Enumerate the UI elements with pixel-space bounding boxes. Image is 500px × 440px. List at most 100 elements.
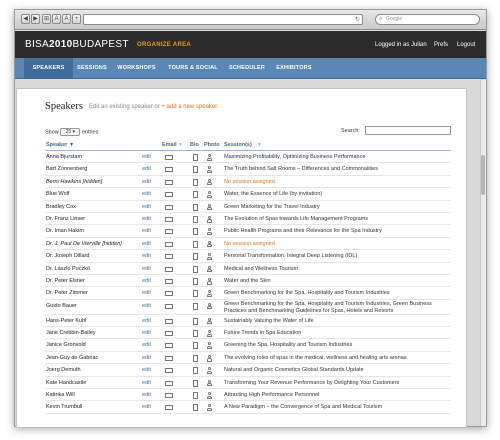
photo-icon[interactable] xyxy=(206,154,212,161)
email-icon[interactable] xyxy=(165,192,173,198)
photo-icon[interactable] xyxy=(206,330,212,337)
edit-link[interactable]: edit xyxy=(142,290,151,296)
photo-icon[interactable] xyxy=(206,178,212,186)
logout-link[interactable]: Logout xyxy=(457,42,475,48)
tab-speakers[interactable]: SPEAKERS xyxy=(24,58,73,79)
email-icon[interactable] xyxy=(165,303,173,309)
bio-icon[interactable] xyxy=(193,290,198,298)
edit-link[interactable]: edit xyxy=(142,367,151,373)
tab-exhibitors[interactable]: EXHIBITORS xyxy=(270,58,318,79)
photo-icon[interactable] xyxy=(206,215,212,223)
col-photo[interactable]: Photo xyxy=(204,142,220,148)
bio-icon[interactable] xyxy=(193,317,198,325)
email-icon[interactable] xyxy=(165,318,173,324)
edit-link[interactable]: edit xyxy=(142,278,151,284)
bio-icon[interactable] xyxy=(193,178,198,186)
email-icon[interactable] xyxy=(165,241,173,247)
email-icon[interactable] xyxy=(165,167,173,173)
col-speaker[interactable]: Speaker ▼ xyxy=(46,142,74,148)
bio-icon[interactable] xyxy=(193,302,198,310)
brand-logo[interactable]: BISA2010BUDAPEST xyxy=(25,39,129,50)
entries-select[interactable]: 25 ▾ xyxy=(60,128,81,136)
photo-icon[interactable] xyxy=(206,240,212,248)
browser-search-field[interactable]: ⌕ Google xyxy=(375,14,480,25)
tab-scheduler[interactable]: SCHEDULER xyxy=(224,58,270,79)
email-icon[interactable] xyxy=(165,331,173,337)
bio-icon[interactable] xyxy=(193,191,198,199)
photo-icon[interactable] xyxy=(206,166,212,174)
edit-link[interactable]: edit xyxy=(142,204,151,210)
email-icon[interactable] xyxy=(165,368,173,374)
photo-icon[interactable] xyxy=(206,290,212,297)
photo-icon[interactable] xyxy=(206,277,212,285)
email-icon[interactable] xyxy=(165,229,173,235)
edit-link[interactable]: edit xyxy=(142,380,151,386)
edit-link[interactable]: edit xyxy=(142,179,151,185)
tab-tours-social[interactable]: TOURS & SOCIAL xyxy=(162,58,224,79)
bio-icon[interactable] xyxy=(193,342,198,350)
photo-icon[interactable] xyxy=(206,317,212,325)
edit-link[interactable]: edit xyxy=(142,342,151,348)
bio-icon[interactable] xyxy=(193,392,198,400)
url-field[interactable]: ↻ xyxy=(83,14,363,25)
back-button[interactable]: ◀ xyxy=(21,14,30,24)
edit-link[interactable]: edit xyxy=(142,154,151,160)
edit-link[interactable]: edit xyxy=(142,318,151,324)
col-bio[interactable]: Bio xyxy=(190,142,199,148)
scrollbar-thumb[interactable] xyxy=(481,155,485,195)
email-icon[interactable] xyxy=(165,254,173,260)
photo-icon[interactable] xyxy=(206,367,212,374)
email-icon[interactable] xyxy=(165,204,173,210)
email-icon[interactable] xyxy=(165,405,173,411)
text-larger-button[interactable]: A xyxy=(62,14,71,24)
add-speaker-link[interactable]: + add a new speaker. xyxy=(161,104,218,110)
email-icon[interactable] xyxy=(165,380,173,386)
bio-icon[interactable] xyxy=(193,154,198,161)
bio-icon[interactable] xyxy=(193,215,198,223)
forward-button[interactable]: ▶ xyxy=(31,14,40,24)
text-smaller-button[interactable]: A xyxy=(52,14,61,24)
bio-icon[interactable] xyxy=(193,354,198,362)
edit-link[interactable]: edit xyxy=(142,392,151,398)
email-icon[interactable] xyxy=(165,343,173,349)
edit-link[interactable]: edit xyxy=(142,228,151,234)
edit-link[interactable]: edit xyxy=(142,355,151,361)
bio-icon[interactable] xyxy=(193,404,198,412)
col-sessions[interactable]: Session(s) xyxy=(224,142,252,148)
email-icon[interactable] xyxy=(165,155,173,160)
photo-icon[interactable] xyxy=(206,392,212,399)
email-icon[interactable] xyxy=(165,355,173,361)
bio-icon[interactable] xyxy=(193,228,198,236)
photo-icon[interactable] xyxy=(206,342,212,350)
photo-icon[interactable] xyxy=(206,228,212,236)
edit-link[interactable]: edit xyxy=(142,266,151,272)
bio-icon[interactable] xyxy=(193,367,198,375)
bio-icon[interactable] xyxy=(193,166,198,174)
photo-icon[interactable] xyxy=(206,253,212,260)
photo-icon[interactable] xyxy=(206,191,212,198)
bio-icon[interactable] xyxy=(193,203,198,211)
email-icon[interactable] xyxy=(165,216,173,222)
edit-link[interactable]: edit xyxy=(142,241,151,247)
add-bookmark-button[interactable]: + xyxy=(72,14,81,24)
photo-icon[interactable] xyxy=(206,265,212,273)
bio-icon[interactable] xyxy=(193,277,198,285)
refresh-icon[interactable]: ↻ xyxy=(355,16,360,23)
tab-sessions[interactable]: SESSIONS xyxy=(73,58,111,79)
edit-link[interactable]: edit xyxy=(142,303,151,309)
photo-icon[interactable] xyxy=(206,379,212,387)
tab-workshops[interactable]: WORKSHOPS xyxy=(111,58,162,79)
bio-icon[interactable] xyxy=(193,240,198,248)
email-icon[interactable] xyxy=(165,179,173,185)
bio-icon[interactable] xyxy=(193,330,198,338)
email-icon[interactable] xyxy=(165,266,173,272)
table-search-input[interactable] xyxy=(365,126,451,135)
photo-icon[interactable] xyxy=(206,404,212,412)
photo-icon[interactable] xyxy=(206,354,212,362)
photo-icon[interactable] xyxy=(206,203,212,211)
edit-link[interactable]: edit xyxy=(142,404,151,410)
page-scrollbar[interactable] xyxy=(480,80,486,426)
col-email[interactable]: Email xyxy=(162,142,177,148)
edit-link[interactable]: edit xyxy=(142,253,151,259)
bio-icon[interactable] xyxy=(193,265,198,273)
